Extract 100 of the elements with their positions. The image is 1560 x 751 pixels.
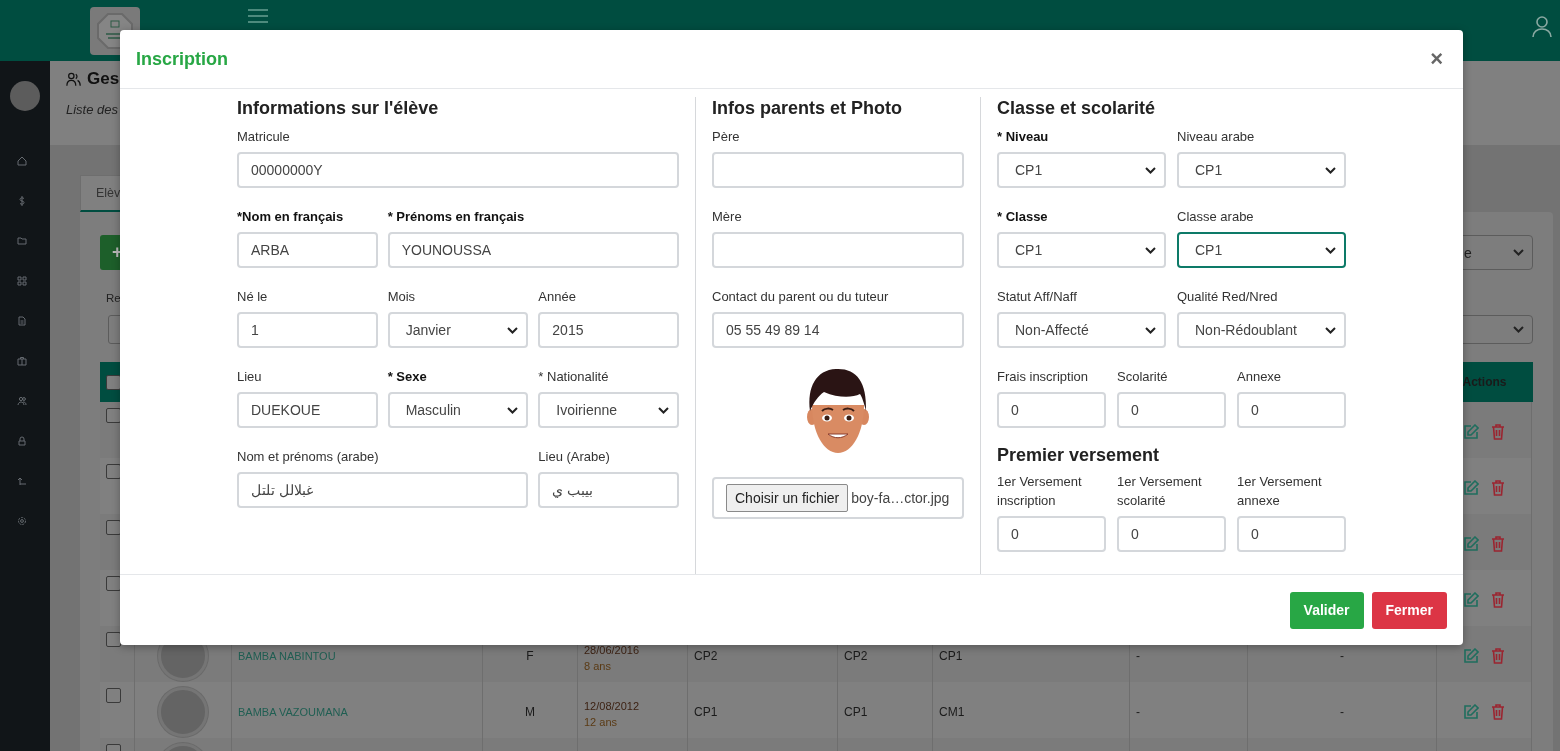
- input-field[interactable]: [712, 232, 964, 268]
- field-label: Mère: [712, 208, 743, 226]
- filter-label: Re: [106, 292, 121, 306]
- field-label: Niveau arabe: [1177, 128, 1256, 146]
- file-field[interactable]: Choisir un fichier boy-fa…ctor.jpg: [712, 477, 964, 519]
- input-field[interactable]: DUEKOUE: [237, 392, 378, 428]
- trash-icon[interactable]: [1491, 536, 1505, 552]
- close-button[interactable]: Fermer: [1371, 591, 1447, 629]
- input-field[interactable]: 0: [997, 516, 1106, 552]
- field-label: Lieu: [237, 368, 263, 386]
- edit-icon[interactable]: [1463, 704, 1479, 720]
- chevron-down-icon: [507, 326, 519, 334]
- field-label: 1er Versement inscription: [997, 473, 1083, 510]
- users-icon: [66, 71, 82, 87]
- document-icon[interactable]: [17, 316, 27, 326]
- dollar-icon[interactable]: [17, 196, 27, 206]
- select-field[interactable]: Ivoirienne: [538, 392, 679, 428]
- select-field[interactable]: CP1: [1177, 232, 1346, 268]
- field-label: Frais inscription: [997, 368, 1090, 386]
- field-label: 1er Versement annexe: [1237, 473, 1323, 510]
- select-field[interactable]: Masculin: [387, 392, 529, 428]
- menu-icon[interactable]: [248, 8, 268, 23]
- trash-icon[interactable]: [1491, 480, 1505, 496]
- select-field[interactable]: CP1: [1177, 152, 1346, 188]
- input-field[interactable]: 0: [1237, 392, 1346, 428]
- chevron-down-icon: [1145, 246, 1156, 254]
- select-field[interactable]: Non-Rédoublant: [1177, 312, 1346, 348]
- edit-icon[interactable]: [1463, 480, 1479, 496]
- gear-icon[interactable]: [17, 516, 27, 526]
- chevron-down-icon: [1325, 166, 1336, 174]
- trash-icon[interactable]: [1491, 648, 1505, 664]
- input-field[interactable]: غبلالل تلتل: [237, 472, 529, 508]
- close-button[interactable]: ×: [1426, 46, 1447, 72]
- select-field[interactable]: CP1: [997, 232, 1166, 268]
- lock-icon[interactable]: [17, 436, 27, 446]
- chevron-down-icon: [1325, 246, 1336, 254]
- field-label: * Niveau: [997, 128, 1050, 146]
- grid-icon[interactable]: [17, 276, 27, 286]
- edit-icon[interactable]: [1463, 592, 1479, 608]
- file-name: boy-fa…ctor.jpg: [851, 490, 950, 506]
- chevron-down-icon: [1145, 326, 1156, 334]
- home-icon[interactable]: [17, 156, 27, 166]
- edit-icon[interactable]: [1463, 424, 1479, 440]
- field-label: *Nom en français: [237, 208, 345, 226]
- avatar-placeholder: [158, 687, 208, 737]
- chevron-down-icon: [658, 406, 669, 414]
- input-field[interactable]: 0: [997, 392, 1106, 428]
- select-field[interactable]: Non-Affecté: [997, 312, 1166, 348]
- section-heading: Informations sur l'élève: [237, 97, 440, 119]
- return-arrow-icon[interactable]: [17, 476, 27, 486]
- chevron-down-icon: [1513, 326, 1524, 333]
- field-label: 1er Versement scolarité: [1117, 473, 1203, 510]
- field-label: Statut Aff/Naff: [997, 288, 1078, 306]
- section-heading: Premier versement: [997, 444, 1161, 466]
- input-field[interactable]: 05 55 49 89 14: [712, 312, 964, 348]
- trash-icon[interactable]: [1491, 704, 1505, 720]
- edit-icon[interactable]: [1463, 648, 1479, 664]
- checkbox[interactable]: [106, 632, 121, 647]
- select-field[interactable]: CP1: [997, 152, 1166, 188]
- trash-icon[interactable]: [1491, 592, 1505, 608]
- chevron-down-icon: [1325, 326, 1336, 334]
- field-label: * Prénoms en français: [387, 208, 526, 226]
- edit-icon[interactable]: [1463, 536, 1479, 552]
- briefcase-icon[interactable]: [17, 356, 27, 366]
- field-label: * Sexe: [387, 368, 428, 386]
- section-heading: Infos parents et Photo: [712, 97, 903, 119]
- checkbox[interactable]: [106, 688, 121, 703]
- input-field[interactable]: 0: [1117, 392, 1226, 428]
- field-label: Qualité Red/Nred: [1177, 288, 1279, 306]
- field-label: Nom et prénoms (arabe): [237, 448, 380, 466]
- input-field[interactable]: [712, 152, 964, 188]
- folder-icon[interactable]: [17, 236, 27, 246]
- user-icon[interactable]: [1532, 15, 1552, 38]
- input-field[interactable]: 00000000Y: [237, 152, 679, 188]
- field-label: Classe arabe: [1177, 208, 1255, 226]
- field-label: Matricule: [237, 128, 291, 146]
- input-field[interactable]: 0: [1117, 516, 1226, 552]
- chevron-down-icon: [507, 406, 519, 414]
- dialog-title: Inscription: [136, 48, 228, 70]
- field-label: Né le: [237, 288, 269, 306]
- input-field[interactable]: 2015: [538, 312, 679, 348]
- select-field[interactable]: Janvier: [387, 312, 529, 348]
- input-field[interactable]: YOUNOUSSA: [387, 232, 679, 268]
- input-field[interactable]: 1: [237, 312, 378, 348]
- field-label: Père: [712, 128, 741, 146]
- field-label: Année: [538, 288, 577, 306]
- field-label: Annexe: [1237, 368, 1283, 386]
- section-heading: Classe et scolarité: [997, 97, 1157, 119]
- field-label: * Nationalité: [538, 368, 610, 386]
- avatar-icon: [10, 81, 40, 111]
- field-label: Contact du parent ou du tuteur: [712, 288, 890, 306]
- users-icon[interactable]: [17, 396, 27, 406]
- page-title: Ges: [87, 69, 120, 89]
- choose-file-button[interactable]: Choisir un fichier: [726, 484, 849, 512]
- input-field[interactable]: بيبب ي: [538, 472, 679, 508]
- field-label: Scolarité: [1117, 368, 1169, 386]
- input-field[interactable]: ARBA: [237, 232, 378, 268]
- trash-icon[interactable]: [1491, 424, 1505, 440]
- chevron-down-icon: [1513, 249, 1524, 256]
- input-field[interactable]: 0: [1237, 516, 1346, 552]
